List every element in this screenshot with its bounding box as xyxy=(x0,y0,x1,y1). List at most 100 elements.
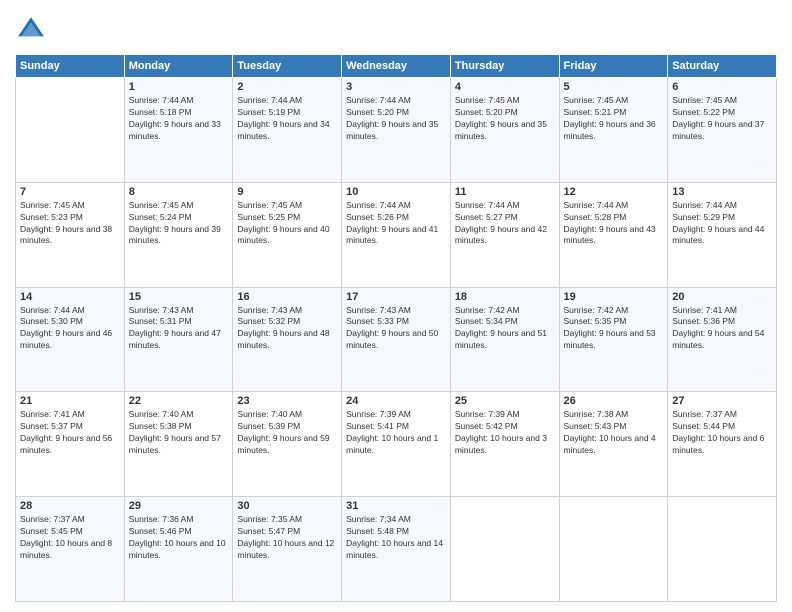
cell-info: Sunrise: 7:44 AMSunset: 5:18 PMDaylight:… xyxy=(129,95,221,141)
day-number: 4 xyxy=(455,81,555,93)
week-row-4: 21Sunrise: 7:41 AMSunset: 5:37 PMDayligh… xyxy=(16,392,777,497)
day-cell: 25Sunrise: 7:39 AMSunset: 5:42 PMDayligh… xyxy=(450,392,559,497)
cell-info: Sunrise: 7:37 AMSunset: 5:44 PMDaylight:… xyxy=(672,409,764,455)
cell-info: Sunrise: 7:39 AMSunset: 5:41 PMDaylight:… xyxy=(346,409,438,455)
header-row: SundayMondayTuesdayWednesdayThursdayFrid… xyxy=(16,55,777,78)
day-number: 26 xyxy=(564,395,664,407)
day-cell: 9Sunrise: 7:45 AMSunset: 5:25 PMDaylight… xyxy=(233,182,342,287)
day-number: 24 xyxy=(346,395,446,407)
header xyxy=(15,10,777,46)
cell-info: Sunrise: 7:43 AMSunset: 5:33 PMDaylight:… xyxy=(346,305,438,351)
day-cell: 30 Sunrise: 7:35 AMSunset: 5:47 PMDayligh… xyxy=(233,497,342,602)
logo xyxy=(15,14,51,46)
page: SundayMondayTuesdayWednesdayThursdayFrid… xyxy=(0,0,792,612)
day-cell: 20 Sunrise: 7:41 AMSunset: 5:36 PMDayligh… xyxy=(668,287,777,392)
cell-info: Sunrise: 7:45 AMSunset: 5:20 PMDaylight:… xyxy=(455,95,547,141)
day-cell: 18 Sunrise: 7:42 AMSunset: 5:34 PMDayligh… xyxy=(450,287,559,392)
day-cell: 10 Sunrise: 7:44 AMSunset: 5:26 PMDayligh… xyxy=(342,182,451,287)
day-cell: 26 Sunrise: 7:38 AMSunset: 5:43 PMDayligh… xyxy=(559,392,668,497)
col-header-thursday: Thursday xyxy=(450,55,559,78)
day-number: 8 xyxy=(129,186,229,198)
day-cell: 12 Sunrise: 7:44 AMSunset: 5:28 PMDayligh… xyxy=(559,182,668,287)
day-number: 27 xyxy=(672,395,772,407)
day-number: 7 xyxy=(20,186,120,198)
day-cell: 21Sunrise: 7:41 AMSunset: 5:37 PMDayligh… xyxy=(16,392,125,497)
day-number: 31 xyxy=(346,500,446,512)
cell-info: Sunrise: 7:44 AMSunset: 5:29 PMDaylight:… xyxy=(672,200,764,246)
cell-info: Sunrise: 7:44 AMSunset: 5:20 PMDaylight:… xyxy=(346,95,438,141)
day-cell: 5 Sunrise: 7:45 AMSunset: 5:21 PMDaylight… xyxy=(559,78,668,183)
day-cell: 11 Sunrise: 7:44 AMSunset: 5:27 PMDayligh… xyxy=(450,182,559,287)
day-number: 10 xyxy=(346,186,446,198)
day-number: 23 xyxy=(237,395,337,407)
day-cell: 16 Sunrise: 7:43 AMSunset: 5:32 PMDayligh… xyxy=(233,287,342,392)
day-cell: 14 Sunrise: 7:44 AMSunset: 5:30 PMDayligh… xyxy=(16,287,125,392)
day-number: 17 xyxy=(346,291,446,303)
col-header-monday: Monday xyxy=(124,55,233,78)
day-cell: 28Sunrise: 7:37 AMSunset: 5:45 PMDayligh… xyxy=(16,497,125,602)
day-number: 25 xyxy=(455,395,555,407)
day-cell: 13Sunrise: 7:44 AMSunset: 5:29 PMDayligh… xyxy=(668,182,777,287)
day-number: 6 xyxy=(672,81,772,93)
week-row-5: 28Sunrise: 7:37 AMSunset: 5:45 PMDayligh… xyxy=(16,497,777,602)
day-number: 1 xyxy=(129,81,229,93)
day-number: 21 xyxy=(20,395,120,407)
cell-info: Sunrise: 7:40 AMSunset: 5:39 PMDaylight:… xyxy=(237,409,329,455)
day-cell: 24 Sunrise: 7:39 AMSunset: 5:41 PMDayligh… xyxy=(342,392,451,497)
col-header-wednesday: Wednesday xyxy=(342,55,451,78)
day-number: 3 xyxy=(346,81,446,93)
cell-info: Sunrise: 7:45 AMSunset: 5:21 PMDaylight:… xyxy=(564,95,656,141)
week-row-2: 7 Sunrise: 7:45 AMSunset: 5:23 PMDaylight… xyxy=(16,182,777,287)
day-number: 15 xyxy=(129,291,229,303)
logo-icon xyxy=(15,14,47,46)
day-cell: 7 Sunrise: 7:45 AMSunset: 5:23 PMDaylight… xyxy=(16,182,125,287)
cell-info: Sunrise: 7:42 AMSunset: 5:34 PMDaylight:… xyxy=(455,305,547,351)
day-cell: 31 Sunrise: 7:34 AMSunset: 5:48 PMDayligh… xyxy=(342,497,451,602)
day-number: 16 xyxy=(237,291,337,303)
day-cell: 17 Sunrise: 7:43 AMSunset: 5:33 PMDayligh… xyxy=(342,287,451,392)
col-header-friday: Friday xyxy=(559,55,668,78)
cell-info: Sunrise: 7:44 AMSunset: 5:19 PMDaylight:… xyxy=(237,95,329,141)
cell-info: Sunrise: 7:35 AMSunset: 5:47 PMDaylight:… xyxy=(237,514,334,560)
day-cell: 29 Sunrise: 7:36 AMSunset: 5:46 PMDayligh… xyxy=(124,497,233,602)
day-cell: 19Sunrise: 7:42 AMSunset: 5:35 PMDayligh… xyxy=(559,287,668,392)
day-cell xyxy=(450,497,559,602)
day-number: 14 xyxy=(20,291,120,303)
cell-info: Sunrise: 7:36 AMSunset: 5:46 PMDaylight:… xyxy=(129,514,226,560)
cell-info: Sunrise: 7:44 AMSunset: 5:27 PMDaylight:… xyxy=(455,200,547,246)
col-header-saturday: Saturday xyxy=(668,55,777,78)
cell-info: Sunrise: 7:45 AMSunset: 5:23 PMDaylight:… xyxy=(20,200,112,246)
day-number: 5 xyxy=(564,81,664,93)
cell-info: Sunrise: 7:41 AMSunset: 5:36 PMDaylight:… xyxy=(672,305,764,351)
cell-info: Sunrise: 7:44 AMSunset: 5:26 PMDaylight:… xyxy=(346,200,438,246)
day-cell xyxy=(668,497,777,602)
day-number: 12 xyxy=(564,186,664,198)
cell-info: Sunrise: 7:34 AMSunset: 5:48 PMDaylight:… xyxy=(346,514,443,560)
day-number: 22 xyxy=(129,395,229,407)
col-header-tuesday: Tuesday xyxy=(233,55,342,78)
day-number: 20 xyxy=(672,291,772,303)
cell-info: Sunrise: 7:45 AMSunset: 5:24 PMDaylight:… xyxy=(129,200,221,246)
day-cell xyxy=(559,497,668,602)
cell-info: Sunrise: 7:43 AMSunset: 5:31 PMDaylight:… xyxy=(129,305,221,351)
day-number: 18 xyxy=(455,291,555,303)
day-number: 19 xyxy=(564,291,664,303)
day-cell: 6 Sunrise: 7:45 AMSunset: 5:22 PMDaylight… xyxy=(668,78,777,183)
cell-info: Sunrise: 7:38 AMSunset: 5:43 PMDaylight:… xyxy=(564,409,656,455)
day-number: 30 xyxy=(237,500,337,512)
day-number: 11 xyxy=(455,186,555,198)
cell-info: Sunrise: 7:44 AMSunset: 5:30 PMDaylight:… xyxy=(20,305,112,351)
cell-info: Sunrise: 7:40 AMSunset: 5:38 PMDaylight:… xyxy=(129,409,221,455)
day-cell: 3 Sunrise: 7:44 AMSunset: 5:20 PMDaylight… xyxy=(342,78,451,183)
cell-info: Sunrise: 7:43 AMSunset: 5:32 PMDaylight:… xyxy=(237,305,329,351)
day-number: 2 xyxy=(237,81,337,93)
day-cell: 8 Sunrise: 7:45 AMSunset: 5:24 PMDaylight… xyxy=(124,182,233,287)
week-row-3: 14 Sunrise: 7:44 AMSunset: 5:30 PMDayligh… xyxy=(16,287,777,392)
day-number: 29 xyxy=(129,500,229,512)
day-cell: 1 Sunrise: 7:44 AMSunset: 5:18 PMDaylight… xyxy=(124,78,233,183)
cell-info: Sunrise: 7:45 AMSunset: 5:22 PMDaylight:… xyxy=(672,95,764,141)
cell-info: Sunrise: 7:44 AMSunset: 5:28 PMDaylight:… xyxy=(564,200,656,246)
day-cell: 27 Sunrise: 7:37 AMSunset: 5:44 PMDayligh… xyxy=(668,392,777,497)
day-cell: 2 Sunrise: 7:44 AMSunset: 5:19 PMDaylight… xyxy=(233,78,342,183)
cell-info: Sunrise: 7:37 AMSunset: 5:45 PMDaylight:… xyxy=(20,514,112,560)
